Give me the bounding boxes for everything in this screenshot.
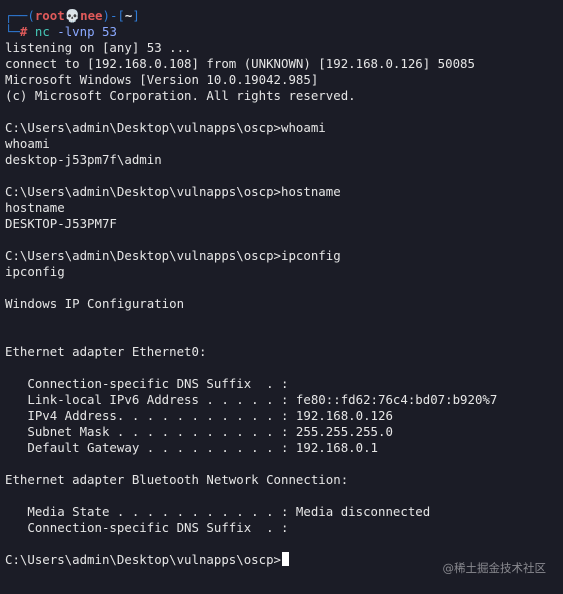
text-cursor [282,552,290,566]
output-line: DESKTOP-J53PM7F [5,216,117,231]
output-line: (c) Microsoft Corporation. All rights re… [5,88,356,103]
output-line: listening on [any] 53 ... [5,40,192,55]
output-line: Ethernet adapter Bluetooth Network Conne… [5,472,349,487]
output-line: Windows IP Configuration [5,296,185,311]
prompt-host: nee [80,8,103,23]
output-line: Link-local IPv6 Address . . . . . : fe80… [5,392,498,407]
terminal-window[interactable]: ┌──(root💀nee)-[~] └─# nc -lvnp 53 listen… [0,0,563,594]
output-line: whoami [5,136,50,151]
output-line: Media State . . . . . . . . . . . : Medi… [5,504,431,519]
watermark: @稀土掘金技术社区 [442,561,547,575]
output-line: Microsoft Windows [Version 10.0.19042.98… [5,72,319,87]
terminal-output: listening on [any] 53 ... connect to [19… [5,40,563,552]
prompt-line-command: └─# nc -lvnp 53 [5,24,563,40]
prompt-hash: # [19,24,28,39]
prompt-frame-bottom: └─ [5,24,20,39]
command-name: nc [34,24,50,39]
prompt-user: root [34,8,65,23]
output-line: ipconfig [5,264,65,279]
final-prompt: C:\Users\admin\Desktop\vulnapps\oscp> [5,552,282,567]
output-line: Default Gateway . . . . . . . . . : 192.… [5,440,378,455]
prompt-line-top: ┌──(root💀nee)-[~] [5,8,563,24]
command-args: -lvnp 53 [57,24,117,39]
output-line: C:\Users\admin\Desktop\vulnapps\oscp>who… [5,120,326,135]
output-line: Subnet Mask . . . . . . . . . . . : 255.… [5,424,393,439]
output-line: Connection-specific DNS Suffix . : [5,376,289,391]
output-line: C:\Users\admin\Desktop\vulnapps\oscp>ipc… [5,248,341,263]
prompt-frame-mid: )-[ [102,8,125,23]
prompt-frame-close: ] [132,8,140,23]
output-line: IPv4 Address. . . . . . . . . . . : 192.… [5,408,393,423]
prompt-frame-top: ┌──( [5,8,35,23]
output-line: desktop-j53pm7f\admin [5,152,162,167]
output-line: Connection-specific DNS Suffix . : [5,520,289,535]
output-line: hostname [5,200,65,215]
output-line: connect to [192.168.0.108] from (UNKNOWN… [5,56,475,71]
skull-icon: 💀 [64,8,81,23]
output-line: C:\Users\admin\Desktop\vulnapps\oscp>hos… [5,184,341,199]
output-line: Ethernet adapter Ethernet0: [5,344,207,359]
